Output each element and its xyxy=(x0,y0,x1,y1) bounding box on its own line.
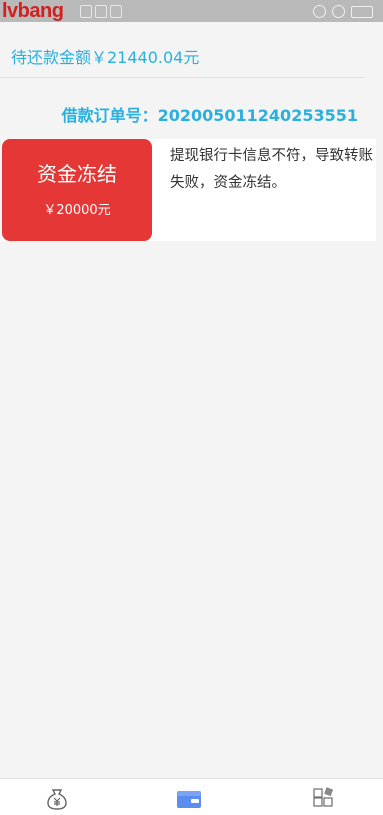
bottom-nav xyxy=(0,778,383,815)
status-title: 资金冻结 xyxy=(37,162,117,186)
status-amount: ￥20000元 xyxy=(43,203,111,218)
battery-icon xyxy=(351,5,373,18)
notification-icon xyxy=(95,5,107,18)
wifi-icon xyxy=(332,5,345,18)
pending-repayment-amount: 待还款金额￥21440.04元 xyxy=(11,48,200,67)
status-reason: 提现银行卡信息不符，导致转账失败，资金冻结。 xyxy=(170,148,373,191)
grid-apps-icon[interactable] xyxy=(311,787,337,811)
status-bar: lvbang xyxy=(0,0,383,22)
system-icons xyxy=(313,5,373,18)
loan-status-card[interactable]: 资金冻结 ￥20000元 提现银行卡信息不符，导致转账失败，资金冻结。 xyxy=(2,139,376,241)
money-bag-icon[interactable] xyxy=(44,787,70,811)
divider xyxy=(0,77,365,78)
alarm-icon xyxy=(313,5,326,18)
wallet-icon[interactable] xyxy=(176,787,202,811)
notification-icon xyxy=(110,5,122,18)
notification-icons xyxy=(80,5,122,18)
frozen-status-badge: 资金冻结 ￥20000元 xyxy=(2,139,152,241)
loan-order-number: 借款订单号：202005011240253551 xyxy=(61,106,358,125)
notification-icon xyxy=(80,5,92,18)
brand-watermark: lvbang xyxy=(2,0,64,22)
